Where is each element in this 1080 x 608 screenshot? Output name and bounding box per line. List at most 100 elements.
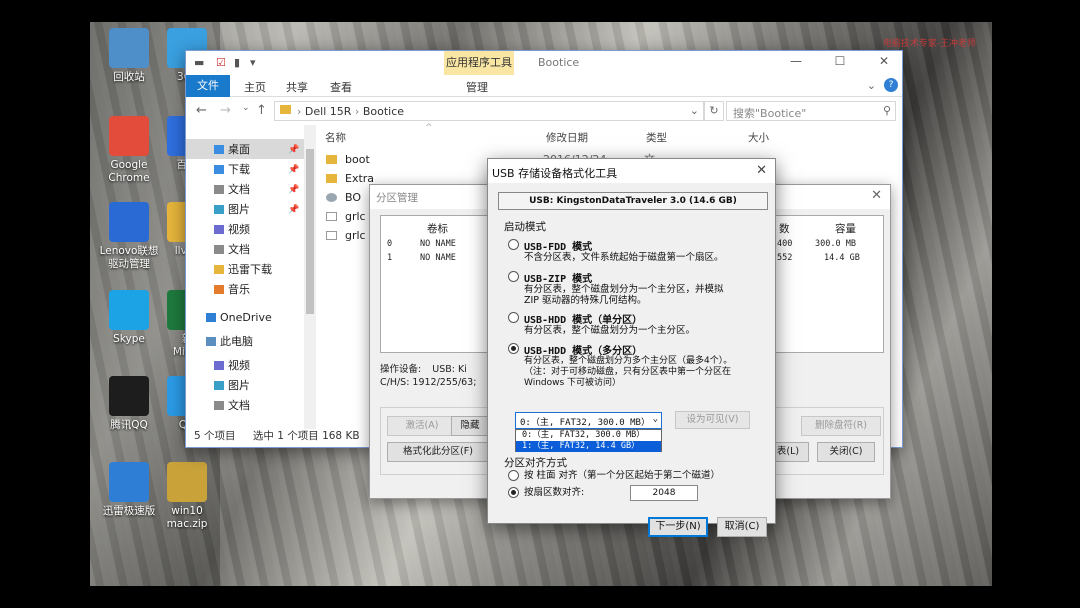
breadcrumb[interactable]: › Dell 15R › Bootice ⌄ xyxy=(274,101,704,121)
desktop: 电脑技术专家-王冲老师 回收站360Google Chrome百度Lenovo联… xyxy=(90,22,992,586)
nav-item[interactable]: 文档 📌 xyxy=(214,181,299,199)
close-icon[interactable]: ✕ xyxy=(756,163,767,178)
nav-scrollbar[interactable] xyxy=(304,125,316,429)
radio-align-cylinder[interactable] xyxy=(508,470,519,481)
format-partition-button[interactable]: 格式化此分区(F) xyxy=(387,442,489,462)
nav-item-label: 桌面 xyxy=(228,143,250,156)
nav-item[interactable]: 音乐 xyxy=(214,281,250,299)
desktop-shortcut[interactable]: win10 mac.zip xyxy=(152,462,222,531)
address-bar-row: ← → ⌄ ↑ › Dell 15R › Bootice ⌄ ↻ 搜索"Boot… xyxy=(186,97,902,125)
maximize-icon[interactable]: ☐ xyxy=(830,54,850,68)
nav-item[interactable]: 图片 📌 xyxy=(214,201,299,219)
close-button[interactable]: 关闭(C) xyxy=(817,442,875,462)
nav-item[interactable]: 文档 xyxy=(214,241,250,259)
partition-size: 14.4 GB xyxy=(824,253,860,263)
scrollbar-thumb[interactable] xyxy=(306,149,314,314)
align-option-label[interactable]: 按 柱面 对齐（第一个分区起始于第二个磁道） xyxy=(524,470,774,481)
pin-icon[interactable]: 📌 xyxy=(288,141,299,159)
recent-dropdown-icon[interactable]: ⌄ xyxy=(242,103,250,113)
nav-item[interactable]: 文档 xyxy=(214,397,250,415)
nav-item[interactable]: 图片 xyxy=(214,377,250,395)
back-arrow-icon[interactable]: ← xyxy=(196,103,207,118)
pin-icon[interactable]: 📌 xyxy=(288,181,299,199)
help-icon[interactable]: ? xyxy=(884,78,898,92)
mode-label[interactable]: USB-FDD 模式 xyxy=(524,238,592,253)
column-name[interactable]: 名称 xyxy=(325,130,346,145)
radio-usb-hdd-single[interactable] xyxy=(508,312,519,323)
column-label: 卷标 xyxy=(427,223,448,235)
dropdown-option[interactable]: 1:（主, FAT32, 14.4 GB） xyxy=(516,441,661,452)
folder-icon xyxy=(214,381,224,390)
mode-description: 有分区表，整个磁盘划分为多个主分区（最多4个）。 （注：对于可移动磁盘，只有分区… xyxy=(524,356,733,388)
navigation-pane: 桌面 📌 下载 📌 文档 📌 图片 📌 视频 文档 迅雷下载 音乐 OneDrive 此电脑 视频 图片 文档 xyxy=(186,125,316,429)
mode-label[interactable]: USB-HDD 模式（单分区） xyxy=(524,311,642,326)
sort-arrow-icon: ^ xyxy=(425,123,433,133)
minimize-icon[interactable]: — xyxy=(786,54,806,68)
search-input[interactable]: 搜索"Bootice" ⚲ xyxy=(726,101,896,121)
ribbon-expand-icon[interactable]: ⌄ xyxy=(867,79,876,92)
properties-icon[interactable]: ☑ xyxy=(216,56,226,69)
mode-label[interactable]: USB-HDD 模式（多分区） xyxy=(524,342,642,357)
folder-icon xyxy=(214,205,224,214)
qat-dropdown-icon[interactable]: ▾ xyxy=(250,56,256,69)
cancel-button[interactable]: 取消(C) xyxy=(717,517,767,537)
folder-icon xyxy=(280,105,291,114)
radio-usb-zip[interactable] xyxy=(508,271,519,282)
application-tools-tab[interactable]: 应用程序工具 xyxy=(444,51,514,75)
file-name: grlc xyxy=(345,210,366,223)
tab-share[interactable]: 共享 xyxy=(286,79,308,95)
nav-item-label: OneDrive xyxy=(220,311,272,324)
nav-item[interactable]: 迅雷下载 xyxy=(214,261,272,279)
partition-select[interactable]: 0:（主, FAT32, 300.0 MB） ⌄ xyxy=(515,412,662,429)
address-dropdown-icon[interactable]: ⌄ xyxy=(690,104,699,117)
exe-icon xyxy=(326,193,337,202)
radio-usb-fdd[interactable] xyxy=(508,239,519,250)
set-visible-button[interactable]: 设为可见(V) xyxy=(675,411,750,429)
pin-icon[interactable]: 📌 xyxy=(288,201,299,219)
forward-arrow-icon[interactable]: → xyxy=(220,103,231,118)
hide-button[interactable]: 隐藏 xyxy=(451,416,489,436)
status-bar: 5 个项目 选中 1 个项目 168 KB xyxy=(194,428,360,443)
list-item[interactable]: grlc xyxy=(326,208,366,226)
breadcrumb-item[interactable]: Bootice xyxy=(363,105,404,118)
list-item[interactable]: BO xyxy=(326,189,361,207)
partition-dropdown-list: 0:（主, FAT32, 300.0 MB） 1:（主, FAT32, 14.4… xyxy=(515,429,662,452)
tab-view[interactable]: 查看 xyxy=(330,79,352,95)
list-item[interactable]: Extra xyxy=(326,170,374,188)
up-arrow-icon[interactable]: ↑ xyxy=(256,103,267,118)
column-date[interactable]: 修改日期 xyxy=(546,130,588,145)
column-type[interactable]: 类型 xyxy=(646,130,667,145)
nav-item-label: 音乐 xyxy=(228,283,250,296)
dropdown-option[interactable]: 0:（主, FAT32, 300.0 MB） xyxy=(516,430,661,441)
close-icon[interactable]: ✕ xyxy=(871,188,882,203)
column-size[interactable]: 大小 xyxy=(748,130,769,145)
partition-sectors: 552 xyxy=(777,253,793,263)
folder-icon xyxy=(326,155,337,164)
sector-count-input[interactable]: 2048 xyxy=(630,485,698,501)
refresh-icon[interactable]: ↻ xyxy=(704,101,724,121)
tab-home[interactable]: 主页 xyxy=(244,79,266,95)
next-button[interactable]: 下一步(N) xyxy=(648,517,708,537)
nav-item[interactable]: 视频 xyxy=(214,221,250,239)
tab-manage[interactable]: 管理 xyxy=(466,79,488,95)
activate-button[interactable]: 激活(A) xyxy=(387,416,457,436)
breadcrumb-item[interactable]: Dell 15R xyxy=(305,105,352,118)
pin-icon[interactable]: 📌 xyxy=(288,161,299,179)
list-item[interactable]: boot 2016/12/24 13:38 文件夹 xyxy=(326,151,655,202)
delete-drive-letter-button[interactable]: 删除盘符(R) xyxy=(801,416,881,436)
partition-index: 0 xyxy=(387,239,393,249)
folder-icon xyxy=(214,165,224,174)
close-icon[interactable]: ✕ xyxy=(874,54,894,68)
nav-item[interactable]: 此电脑 xyxy=(206,333,253,351)
radio-usb-hdd-multi[interactable] xyxy=(508,343,519,354)
file-name: grlc xyxy=(345,229,366,242)
new-folder-icon[interactable]: ▮ xyxy=(234,56,240,69)
nav-item[interactable]: OneDrive xyxy=(206,309,272,327)
list-item[interactable]: grlc xyxy=(326,227,366,245)
nav-item[interactable]: 下载 📌 xyxy=(214,161,299,179)
tab-file[interactable]: 文件 xyxy=(186,75,230,97)
radio-align-sector[interactable] xyxy=(508,487,519,498)
mode-label[interactable]: USB-ZIP 模式 xyxy=(524,270,592,285)
nav-item[interactable]: 视频 xyxy=(214,357,250,375)
nav-item[interactable]: 桌面 📌 xyxy=(214,141,299,159)
